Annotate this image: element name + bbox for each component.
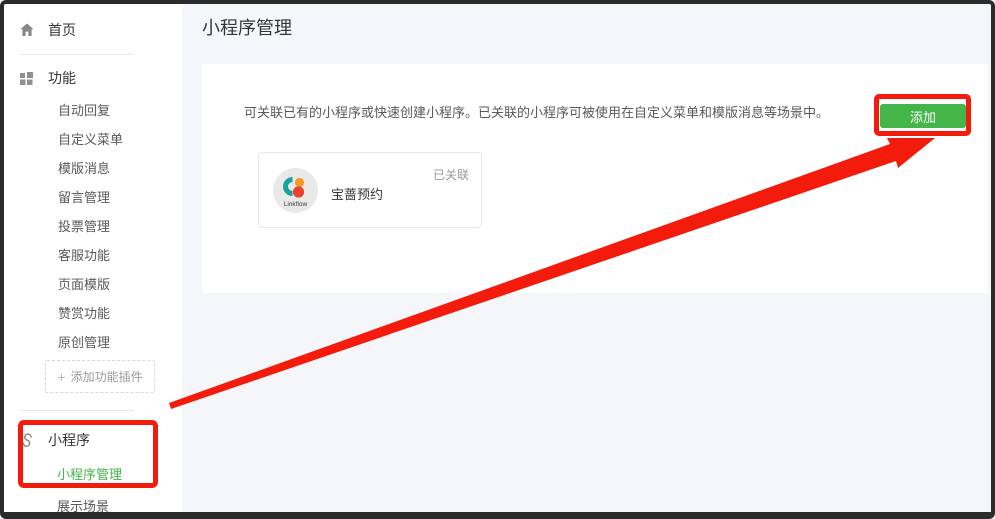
- page-title: 小程序管理: [202, 18, 292, 38]
- grid-icon: [18, 70, 35, 87]
- miniprogram-name: 宝蔷预约: [331, 187, 384, 202]
- card-description: 可关联已有的小程序或快速创建小程序。已关联的小程序可被使用在自定义菜单和模版消息…: [244, 105, 830, 120]
- sidebar-item-vote-mgmt[interactable]: 投票管理: [4, 212, 182, 241]
- linked-miniprogram-card: Linkflow 宝蔷预约 已关联: [258, 152, 482, 228]
- linked-status-badge: 已关联: [432, 168, 469, 182]
- plus-icon: +: [57, 368, 66, 385]
- sidebar-item-reward[interactable]: 赞赏功能: [4, 299, 182, 328]
- sidebar-item-display-scene[interactable]: 展示场景: [57, 496, 109, 512]
- sidebar: 首页 功能 自动回复 自定义菜单 模版消息 留言管理 投票管理 客服功能 页面模…: [4, 4, 182, 512]
- sidebar-item-original-mgmt[interactable]: 原创管理: [4, 328, 182, 357]
- add-miniprogram-button[interactable]: 添加: [880, 104, 966, 128]
- sidebar-item-miniprogram-mgmt[interactable]: 小程序管理: [57, 464, 122, 483]
- sidebar-section-func[interactable]: 功能: [18, 68, 76, 88]
- main-content: 小程序管理 可关联已有的小程序或快速创建小程序。已关联的小程序可被使用在自定义菜…: [182, 4, 991, 512]
- logo-teal-arc: [283, 177, 293, 196]
- add-plugin-button[interactable]: + 添加功能插件: [45, 360, 155, 393]
- miniprogram-icon: [18, 432, 35, 449]
- sidebar-section-label: 小程序: [48, 432, 90, 448]
- app-window: 首页 功能 自动回复 自定义菜单 模版消息 留言管理 投票管理 客服功能 页面模…: [0, 0, 995, 519]
- sidebar-item-comment-mgmt[interactable]: 留言管理: [4, 183, 182, 212]
- miniprogram-avatar: Linkflow: [273, 168, 318, 213]
- sidebar-item-custom-menu[interactable]: 自定义菜单: [4, 125, 182, 154]
- sidebar-item-label: 首页: [48, 22, 76, 38]
- sidebar-divider: [20, 410, 134, 411]
- sidebar-item-customer-service[interactable]: 客服功能: [4, 241, 182, 270]
- sidebar-item-page-template[interactable]: 页面模版: [4, 270, 182, 299]
- func-sub-list: 自动回复 自定义菜单 模版消息 留言管理 投票管理 客服功能 页面模版 赞赏功能…: [4, 96, 182, 357]
- logo-text: Linkflow: [284, 201, 308, 208]
- sidebar-item-auto-reply[interactable]: 自动回复: [4, 96, 182, 125]
- sidebar-section-miniprogram[interactable]: 小程序: [18, 430, 90, 450]
- logo-orange-dot: [294, 177, 305, 188]
- add-plugin-label: 添加功能插件: [70, 370, 143, 384]
- sidebar-divider: [20, 54, 134, 55]
- sidebar-item-home[interactable]: 首页: [18, 20, 76, 40]
- miniprogram-management-card: 可关联已有的小程序或快速创建小程序。已关联的小程序可被使用在自定义菜单和模版消息…: [202, 64, 988, 293]
- home-icon: [18, 22, 35, 39]
- sidebar-item-template-msg[interactable]: 模版消息: [4, 154, 182, 183]
- sidebar-section-label: 功能: [48, 70, 76, 86]
- logo-red-dot: [292, 186, 305, 198]
